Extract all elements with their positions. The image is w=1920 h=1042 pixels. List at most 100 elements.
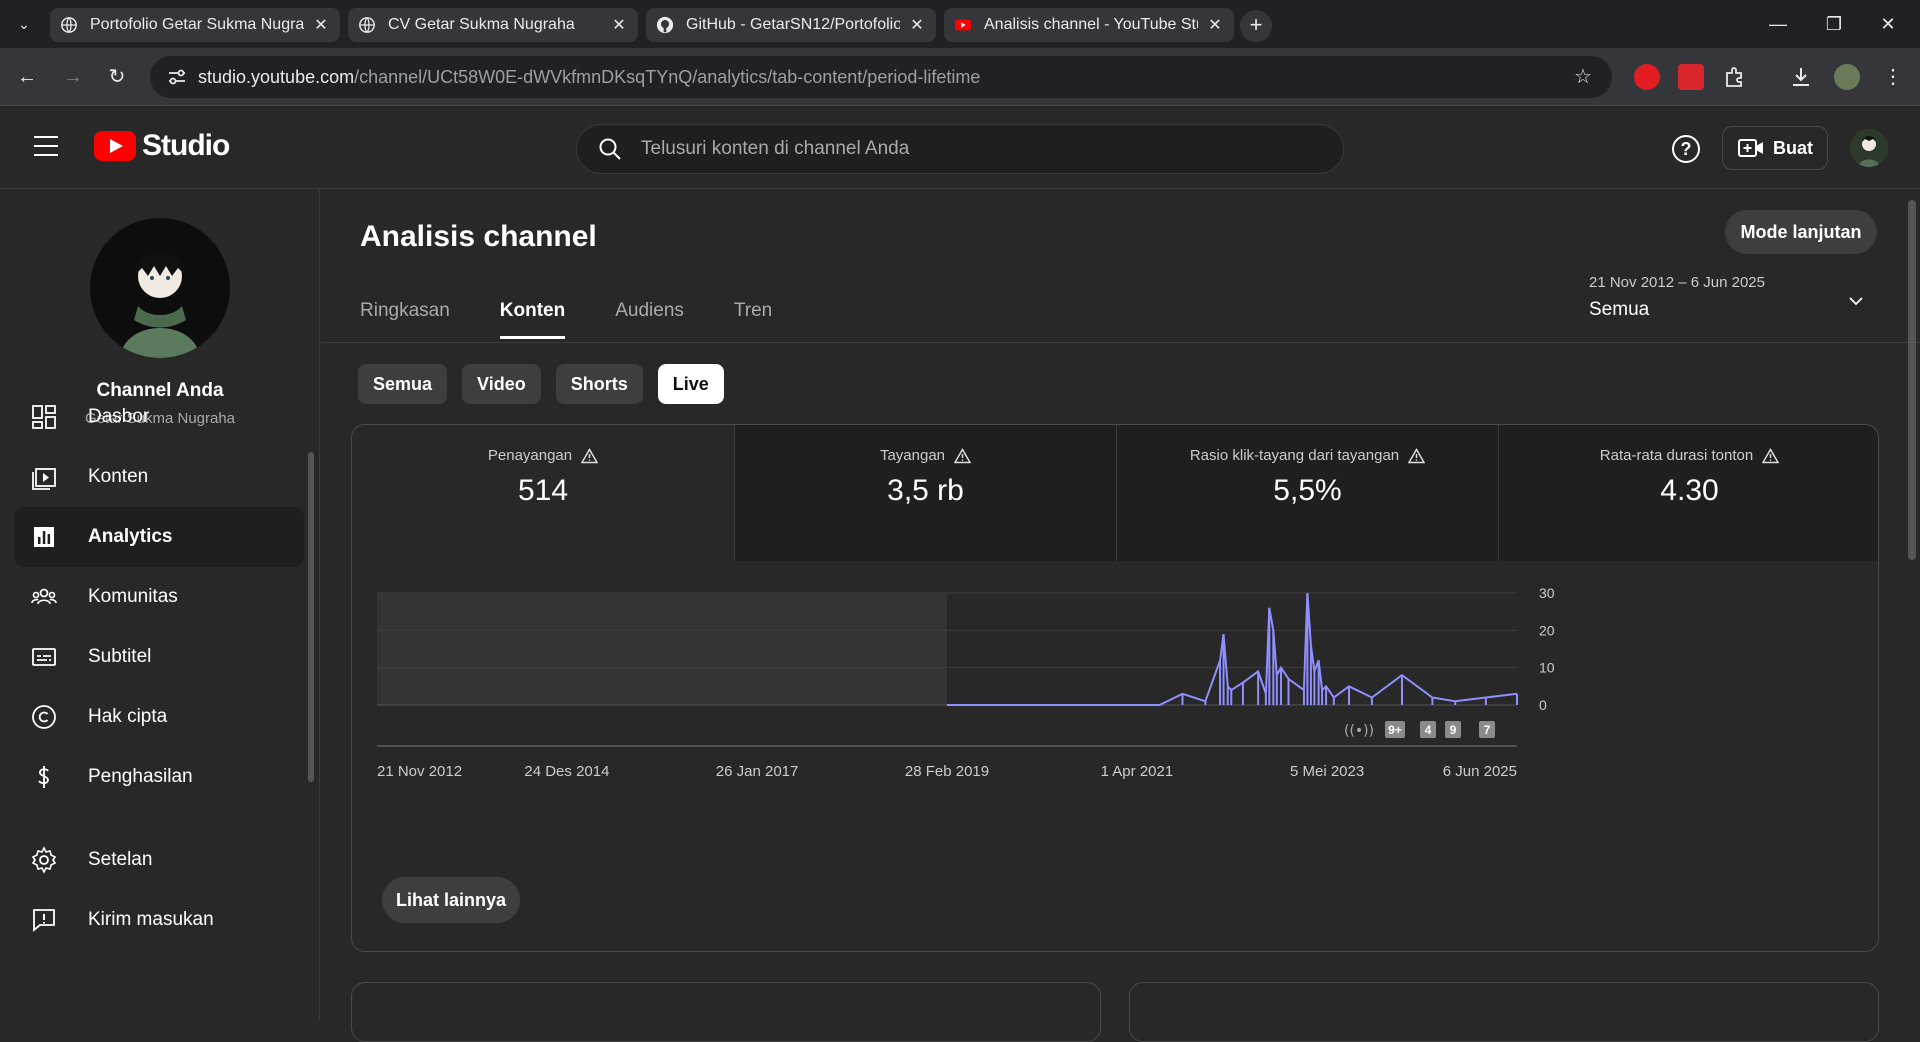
browser-tab-github[interactable]: GitHub - GetarSN12/Portofolio ✕: [646, 8, 936, 42]
warning-icon[interactable]: [1408, 447, 1426, 464]
x-tick-label: 28 Feb 2019: [905, 763, 989, 780]
back-arrow-icon[interactable]: ←: [12, 62, 42, 92]
studio-logo[interactable]: Studio: [94, 129, 230, 163]
browser-tab-cv[interactable]: CV Getar Sukma Nugraha ✕: [348, 8, 638, 42]
close-window-icon[interactable]: ✕: [1868, 10, 1908, 38]
tab-konten[interactable]: Konten: [499, 300, 566, 339]
advanced-mode-button[interactable]: Mode lanjutan: [1725, 210, 1877, 254]
sidebar-item-penghasilan[interactable]: Penghasilan: [14, 747, 304, 807]
minimize-icon[interactable]: —: [1758, 10, 1798, 38]
chevron-down-icon[interactable]: [1847, 292, 1865, 310]
sidebar-item-setelan[interactable]: Setelan: [14, 830, 304, 890]
metric-value: 514: [517, 474, 569, 507]
metric-label: Rata-rata durasi tonton: [1599, 447, 1754, 464]
warning-icon[interactable]: [581, 447, 599, 464]
main-scrollbar[interactable]: [1908, 200, 1916, 560]
warning-icon[interactable]: [1762, 447, 1780, 464]
browser-tab-studio[interactable]: Analisis channel - YouTube Studio ✕: [944, 8, 1234, 42]
see-more-button[interactable]: Lihat lainnya: [382, 877, 520, 923]
sidebar-item-label: Kirim masukan: [88, 909, 214, 930]
extension-mega-icon[interactable]: [1678, 64, 1704, 90]
sidebar-item-dasbor[interactable]: Dasbor: [14, 387, 304, 447]
metric-durasi-tonton[interactable]: Rata-rata durasi tonton 4.30: [1498, 425, 1878, 561]
sidebar-item-label: Penghasilan: [88, 766, 193, 787]
restore-icon[interactable]: ❐: [1814, 10, 1854, 38]
sidebar-scrollbar[interactable]: [308, 452, 314, 782]
tab-search-chevron-icon[interactable]: ⌄: [12, 12, 36, 36]
close-tab-icon[interactable]: ✕: [610, 15, 628, 35]
download-icon[interactable]: [1788, 64, 1814, 90]
tab-title: GitHub - GetarSN12/Portofolio: [686, 16, 900, 33]
help-icon[interactable]: ?: [1672, 135, 1700, 163]
subtitles-icon: [32, 648, 56, 666]
x-tick-label: 26 Jan 2017: [716, 763, 799, 780]
new-tab-button[interactable]: +: [1240, 10, 1272, 42]
metric-value: 3,5 rb: [887, 474, 964, 507]
earn-icon: [38, 766, 49, 788]
extensions-puzzle-icon[interactable]: [1722, 64, 1748, 90]
sidebar-item-subtitel[interactable]: Subtitel: [14, 627, 304, 687]
bottom-card-left: [351, 982, 1101, 1042]
chip-shorts[interactable]: Shorts: [555, 364, 643, 404]
create-button[interactable]: Buat: [1722, 126, 1828, 170]
create-video-icon: [1738, 139, 1763, 157]
y-tick-label: 10: [1539, 660, 1555, 676]
browser-toolbar: ← → ↻ studio.youtube.com/channel/UCt58W0…: [0, 48, 1920, 106]
chart-series-line: [947, 592, 1518, 706]
channel-avatar[interactable]: [90, 218, 230, 358]
metric-label: Rasio klik-tayang dari tayangan: [1189, 447, 1400, 464]
sidebar: Channel Anda Getar Sukma Nugraha Dasbor …: [0, 190, 320, 1020]
metric-penayangan[interactable]: Penayangan 514: [352, 425, 734, 561]
avatar-image: [1850, 129, 1888, 167]
metric-rasio-klik[interactable]: Rasio klik-tayang dari tayangan 5,5%: [1116, 425, 1498, 561]
sidebar-item-label: Dasbor: [88, 406, 150, 427]
browser-tab-portfolio[interactable]: Portofolio Getar Sukma Nugraha ✕: [50, 8, 340, 42]
account-avatar[interactable]: [1850, 129, 1888, 167]
content-icon: [32, 468, 56, 490]
settings-icon: [31, 846, 57, 874]
close-tab-icon[interactable]: ✕: [312, 15, 330, 35]
sidebar-item-label: Komunitas: [88, 586, 178, 607]
sidebar-item-komunitas[interactable]: Komunitas: [14, 567, 304, 627]
extension-red-icon[interactable]: [1634, 64, 1660, 90]
bookmark-star-icon[interactable]: ☆: [1574, 66, 1596, 88]
youtube-icon: [954, 19, 972, 31]
tab-audiens[interactable]: Audiens: [615, 300, 684, 339]
x-tick-label: 5 Mei 2023: [1290, 763, 1364, 780]
views-chart[interactable]: 0 10 20 30 ((•)) 9+ 4 9 7 21 Nov 2012 24 Des 2014 2…: [352, 561, 1879, 861]
profile-avatar[interactable]: [1834, 64, 1860, 90]
x-tick-label: 6 Jun 2025: [1443, 763, 1517, 780]
sidebar-item-analytics[interactable]: Analytics: [14, 507, 304, 567]
close-tab-icon[interactable]: ✕: [1206, 15, 1224, 35]
feedback-icon: [33, 909, 55, 932]
warning-icon[interactable]: [954, 447, 972, 464]
logo-text: Studio: [142, 129, 230, 162]
y-tick-label: 20: [1539, 622, 1555, 638]
tab-tren[interactable]: Tren: [734, 300, 772, 339]
forward-arrow-icon[interactable]: →: [58, 62, 88, 92]
sidebar-item-konten[interactable]: Konten: [14, 447, 304, 507]
chip-video[interactable]: Video: [462, 364, 541, 404]
sidebar-item-label: Hak cipta: [88, 706, 168, 727]
date-range-text: 21 Nov 2012 – 6 Jun 2025: [1589, 274, 1765, 291]
chip-semua[interactable]: Semua: [358, 364, 448, 404]
browser-menu-icon[interactable]: ⋮: [1878, 62, 1908, 92]
main-content: Analisis channel Mode lanjutan Ringkasan…: [321, 190, 1920, 1042]
sidebar-item-kirim-masukan[interactable]: Kirim masukan: [14, 890, 304, 950]
tab-title: Analisis channel - YouTube Studio: [984, 16, 1198, 33]
sidebar-item-hak-cipta[interactable]: Hak cipta: [14, 687, 304, 747]
search-input[interactable]: [641, 138, 1241, 160]
youtube-logo-icon: [94, 131, 136, 161]
date-range-picker[interactable]: 21 Nov 2012 – 6 Jun 2025 Semua: [1589, 274, 1765, 321]
site-settings-icon[interactable]: [166, 66, 188, 88]
sidebar-item-label: Setelan: [88, 849, 153, 870]
menu-icon[interactable]: [34, 136, 58, 156]
x-tick-label: 24 Des 2014: [524, 763, 609, 780]
chip-live[interactable]: Live: [657, 364, 724, 404]
close-tab-icon[interactable]: ✕: [908, 15, 926, 35]
address-bar[interactable]: studio.youtube.com/channel/UCt58W0E-dWVk…: [150, 56, 1612, 98]
search-box[interactable]: [576, 124, 1344, 174]
tab-ringkasan[interactable]: Ringkasan: [360, 300, 450, 339]
metric-tayangan[interactable]: Tayangan 3,5 rb: [734, 425, 1116, 561]
reload-icon[interactable]: ↻: [102, 62, 132, 92]
